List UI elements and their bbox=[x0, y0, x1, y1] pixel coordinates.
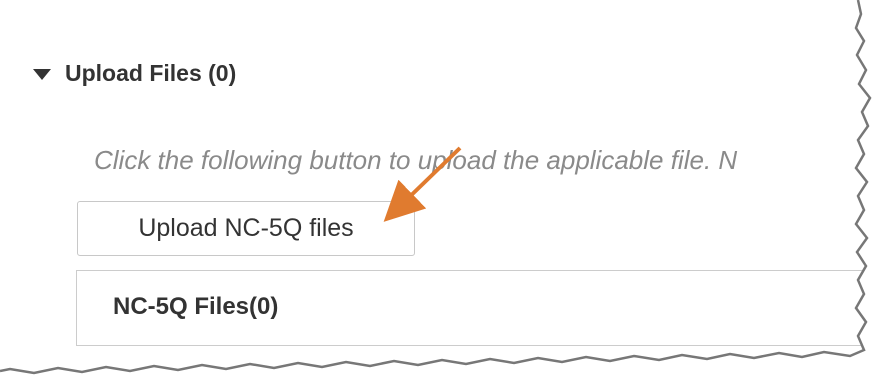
section-title: Upload Files (0) bbox=[65, 59, 237, 86]
upload-nc5q-files-button[interactable]: Upload NC-5Q files bbox=[77, 201, 415, 256]
upload-files-header[interactable]: Upload Files (0) bbox=[33, 56, 236, 90]
caret-down-icon[interactable] bbox=[33, 68, 51, 80]
upload-instruction-text: Click the following button to upload the… bbox=[94, 145, 738, 175]
upload-files-section: Upload Files (0) Click the following but… bbox=[0, 0, 886, 385]
screenshot-stage: Upload Files (0) Click the following but… bbox=[0, 0, 886, 385]
nc5q-files-title: NC-5Q Files(0) bbox=[113, 293, 279, 320]
nc5q-files-panel: NC-5Q Files(0) bbox=[76, 270, 886, 346]
